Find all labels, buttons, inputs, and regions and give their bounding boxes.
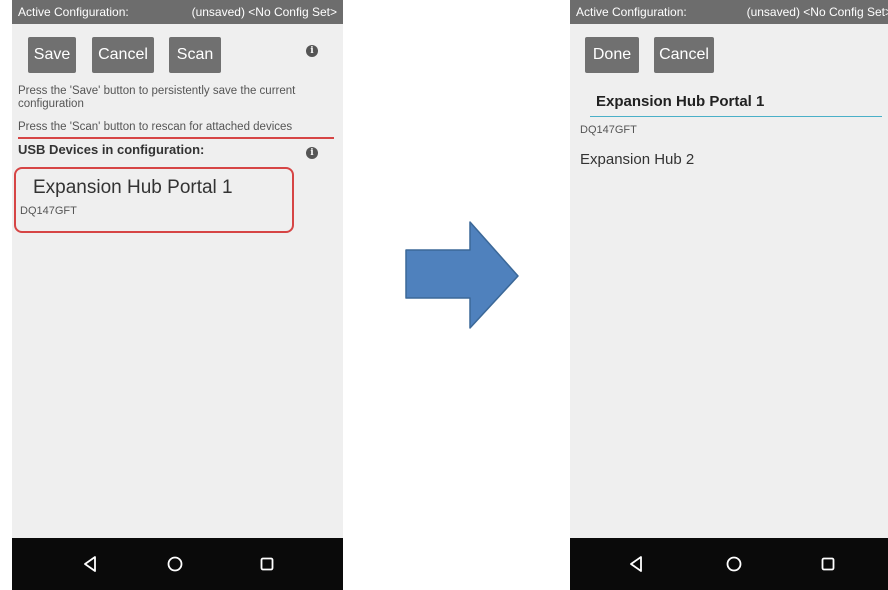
usb-devices-heading: USB Devices in configuration:	[18, 142, 205, 157]
portal-name-field[interactable]: Expansion Hub Portal 1	[596, 93, 764, 110]
cancel-button[interactable]: Cancel	[92, 37, 154, 73]
scan-button[interactable]: Scan	[169, 37, 221, 73]
active-config-value: (unsaved) <No Config Set>	[191, 5, 337, 19]
scan-instruction: Press the 'Scan' button to rescan for at…	[18, 121, 293, 133]
save-button[interactable]: Save	[28, 37, 76, 73]
device-name: Expansion Hub Portal 1	[33, 177, 233, 198]
left-phone-screen: Active Configuration: (unsaved) <No Conf…	[12, 0, 343, 590]
active-config-label: Active Configuration:	[18, 5, 129, 19]
portal-name-underline	[590, 116, 882, 117]
expansion-hub-item[interactable]: Expansion Hub 2	[580, 151, 694, 168]
cancel-button[interactable]: Cancel	[654, 37, 714, 73]
back-icon[interactable]	[616, 538, 656, 590]
highlight-underline	[18, 137, 334, 139]
home-icon[interactable]	[714, 538, 754, 590]
navigation-bar	[12, 538, 343, 590]
right-arrow-icon	[405, 221, 519, 329]
done-button[interactable]: Done	[585, 37, 639, 73]
info-icon[interactable]: i	[306, 45, 318, 57]
info-icon[interactable]: i	[306, 147, 318, 159]
portal-serial: DQ147GFT	[580, 124, 637, 136]
recents-icon[interactable]	[808, 538, 848, 590]
back-icon[interactable]	[70, 538, 110, 590]
device-serial: DQ147GFT	[20, 205, 77, 217]
active-config-bar: Active Configuration: (unsaved) <No Conf…	[570, 0, 888, 24]
device-highlight-box[interactable]: Expansion Hub Portal 1 DQ147GFT	[14, 167, 294, 233]
right-phone-screen: Active Configuration: (unsaved) <No Conf…	[570, 0, 888, 590]
active-config-value: (unsaved) <No Config Set>	[746, 5, 888, 19]
navigation-bar	[570, 538, 888, 590]
home-icon[interactable]	[155, 538, 195, 590]
save-instruction: Press the 'Save' button to persistently …	[18, 85, 296, 110]
active-config-bar: Active Configuration: (unsaved) <No Conf…	[12, 0, 343, 24]
active-config-label: Active Configuration:	[576, 5, 687, 19]
recents-icon[interactable]	[247, 538, 287, 590]
